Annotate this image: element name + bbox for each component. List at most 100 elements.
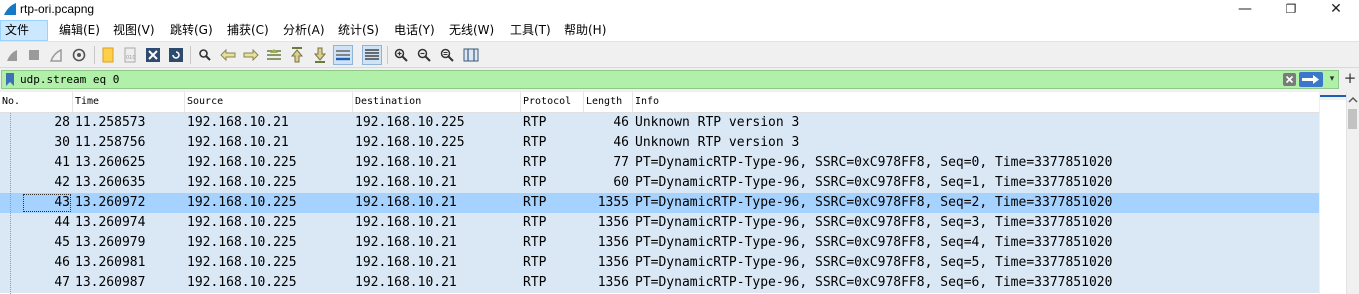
cell-time: 11.258573 xyxy=(75,115,146,130)
stop-capture-icon xyxy=(29,50,39,60)
column-header-protocol[interactable]: Protocol xyxy=(521,92,584,112)
cell-time: 13.260972 xyxy=(75,195,146,210)
menu-statistics[interactable]: 统计(S) xyxy=(334,20,383,41)
cell-info: PT=DynamicRTP-Type-96, SSRC=0xC978FF8, S… xyxy=(635,175,1113,190)
cell-info: Unknown RTP version 3 xyxy=(635,135,800,150)
add-filter-button[interactable]: + xyxy=(1342,69,1358,88)
restart-capture-button[interactable] xyxy=(46,45,66,65)
apply-filter-button[interactable] xyxy=(1299,72,1323,87)
auto-scroll-icon xyxy=(336,50,350,61)
close-file-icon xyxy=(146,48,160,62)
cell-destination: 192.168.10.21 xyxy=(355,195,457,210)
colorize-button[interactable] xyxy=(362,45,382,65)
menu-wireless[interactable]: 无线(W) xyxy=(445,20,498,41)
cell-time: 13.260979 xyxy=(75,235,146,250)
cell-length: 46 xyxy=(613,115,629,130)
auto-scroll-button[interactable] xyxy=(333,45,353,65)
table-row[interactable]: 42 13.260635 192.168.10.225 192.168.10.21 RT… xyxy=(0,173,1319,193)
table-row-selected[interactable]: 43 13.260972 192.168.10.225 192.168.10.21 RT… xyxy=(0,193,1319,213)
table-row[interactable]: 28 11.258573 192.168.10.21 192.168.10.225 RT… xyxy=(0,113,1319,133)
filter-bookmark-icon[interactable] xyxy=(5,73,15,86)
scroll-up-arrow-icon[interactable] xyxy=(1347,94,1359,106)
cell-source: 192.168.10.21 xyxy=(187,135,289,150)
cell-source: 192.168.10.225 xyxy=(187,255,297,270)
column-header-no[interactable]: No. xyxy=(0,92,73,112)
column-header-source[interactable]: Source xyxy=(185,92,353,112)
open-file-button[interactable] xyxy=(98,45,118,65)
cell-time: 13.260987 xyxy=(75,275,146,290)
menu-telephony[interactable]: 电话(Y) xyxy=(390,20,439,41)
cell-destination: 192.168.10.21 xyxy=(355,215,457,230)
table-row[interactable]: 44 13.260974 192.168.10.225 192.168.10.21 RT… xyxy=(0,213,1319,233)
cell-protocol: RTP xyxy=(523,275,547,290)
menu-tools[interactable]: 工具(T) xyxy=(506,20,555,41)
table-row[interactable]: 41 13.260625 192.168.10.225 192.168.10.21 RT… xyxy=(0,153,1319,173)
zoom-normal-button[interactable] xyxy=(437,45,457,65)
cell-time: 11.258756 xyxy=(75,135,146,150)
menu-capture[interactable]: 捕获(C) xyxy=(223,20,273,41)
cell-info: PT=DynamicRTP-Type-96, SSRC=0xC978FF8, S… xyxy=(635,155,1113,170)
menu-file[interactable]: 文件(F) xyxy=(0,20,48,56)
first-packet-button[interactable] xyxy=(287,45,307,65)
maximize-button[interactable]: ❐ xyxy=(1268,0,1314,20)
capture-options-button[interactable] xyxy=(69,45,89,65)
clear-filter-icon[interactable] xyxy=(1283,73,1296,86)
column-header-destination[interactable]: Destination xyxy=(353,92,521,112)
save-file-button[interactable]: 010 xyxy=(120,45,140,65)
table-row[interactable]: 47 13.260987 192.168.10.225 192.168.10.21 RT… xyxy=(0,273,1319,293)
cell-protocol: RTP xyxy=(523,135,547,150)
minimap-position-marker xyxy=(1320,95,1346,97)
packet-list: No. Time Source Destination Protocol Len… xyxy=(0,92,1359,294)
go-back-button[interactable] xyxy=(218,45,238,65)
go-forward-button[interactable] xyxy=(241,45,261,65)
cell-length: 1356 xyxy=(597,235,629,250)
column-header-info[interactable]: Info xyxy=(633,92,1319,112)
filter-history-dropdown[interactable]: ▾ xyxy=(1326,72,1338,87)
cell-destination: 192.168.10.225 xyxy=(355,115,465,130)
close-file-button[interactable] xyxy=(143,45,163,65)
menu-help[interactable]: 帮助(H) xyxy=(560,20,610,41)
open-file-icon xyxy=(102,47,114,63)
zoom-out-button[interactable] xyxy=(414,45,434,65)
cell-source: 192.168.10.225 xyxy=(187,235,297,250)
resize-columns-button[interactable] xyxy=(461,45,481,65)
zoom-normal-icon xyxy=(440,48,454,62)
zoom-out-icon xyxy=(417,48,431,62)
find-packet-button[interactable] xyxy=(195,45,215,65)
menu-edit[interactable]: 编辑(E) xyxy=(55,20,104,41)
start-capture-button[interactable] xyxy=(2,45,22,65)
minimize-button[interactable]: — xyxy=(1222,0,1268,20)
column-header-time[interactable]: Time xyxy=(73,92,185,112)
cell-info: PT=DynamicRTP-Type-96, SSRC=0xC978FF8, S… xyxy=(635,255,1113,270)
column-header-length[interactable]: Length xyxy=(584,92,633,112)
table-row[interactable]: 46 13.260981 192.168.10.225 192.168.10.21 RT… xyxy=(0,253,1319,273)
cell-protocol: RTP xyxy=(523,235,547,250)
menu-go[interactable]: 跳转(G) xyxy=(166,20,217,41)
wireshark-fin-icon xyxy=(4,3,16,15)
stop-capture-button[interactable] xyxy=(24,45,44,65)
cell-length: 77 xyxy=(613,155,629,170)
display-filter-input[interactable] xyxy=(20,71,1270,88)
packet-list-scrollbar[interactable] xyxy=(1319,92,1359,294)
go-to-packet-button[interactable] xyxy=(264,45,284,65)
menu-analyze[interactable]: 分析(A) xyxy=(279,20,329,41)
cell-source: 192.168.10.225 xyxy=(187,175,297,190)
display-filter-container: ▾ xyxy=(1,70,1339,89)
cell-destination: 192.168.10.225 xyxy=(355,135,465,150)
reload-file-button[interactable] xyxy=(166,45,186,65)
cell-protocol: RTP xyxy=(523,195,547,210)
cell-info: PT=DynamicRTP-Type-96, SSRC=0xC978FF8, S… xyxy=(635,275,1113,290)
first-packet-icon xyxy=(290,47,304,63)
go-to-packet-icon xyxy=(267,49,281,60)
title-bar: rtp-ori.pcapng — ❐ ✕ xyxy=(0,0,1359,20)
last-packet-button[interactable] xyxy=(310,45,330,65)
zoom-in-button[interactable] xyxy=(391,45,411,65)
close-window-button[interactable]: ✕ xyxy=(1313,0,1359,20)
cell-length: 46 xyxy=(613,135,629,150)
scrollbar-thumb[interactable] xyxy=(1348,109,1357,129)
toolbar-separator xyxy=(387,46,388,64)
table-row[interactable]: 45 13.260979 192.168.10.225 192.168.10.21 RT… xyxy=(0,233,1319,253)
cell-destination: 192.168.10.21 xyxy=(355,235,457,250)
table-row[interactable]: 30 11.258756 192.168.10.21 192.168.10.225 RT… xyxy=(0,133,1319,153)
menu-view[interactable]: 视图(V) xyxy=(109,20,159,41)
